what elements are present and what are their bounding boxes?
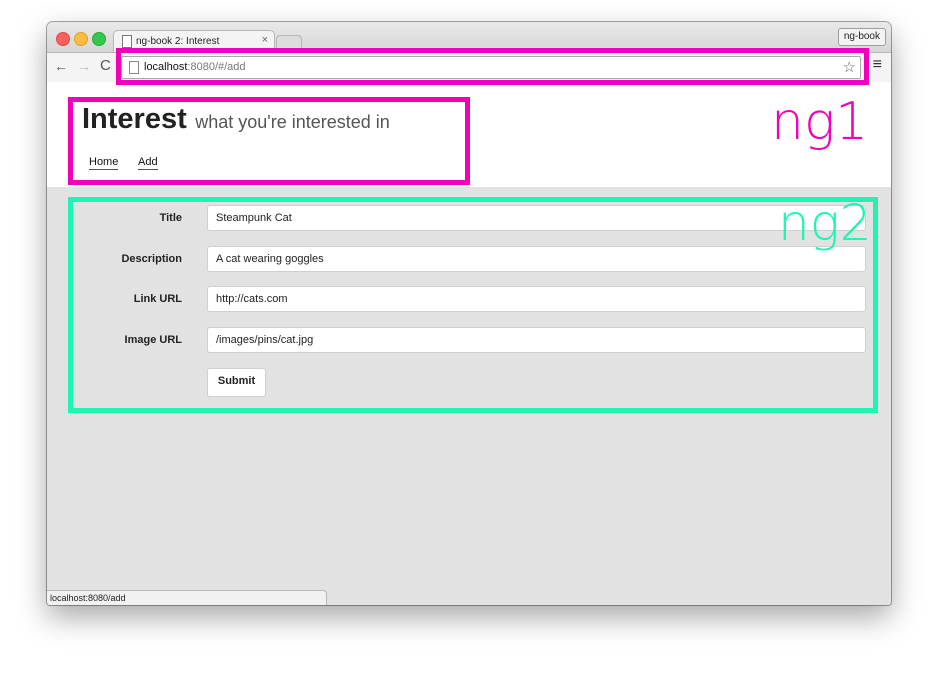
ng1-highlight-box [68,97,470,185]
profile-button[interactable]: ng-book [837,28,886,46]
ng2-annotation-label: ng2 [778,194,872,252]
tab-title: ng-book 2: Interest [136,36,220,47]
status-bar: localhost:8080/add [47,590,327,605]
url-highlight-box [116,48,869,85]
window-maximize-button[interactable] [92,32,106,46]
tab-close-icon[interactable]: × [262,34,268,46]
window-close-button[interactable] [56,32,70,46]
back-arrow-icon[interactable]: ← [54,58,68,74]
window-minimize-button[interactable] [74,32,88,46]
ng1-annotation-label: ng1 [771,92,869,152]
reload-icon[interactable]: C [100,58,111,74]
ng2-highlight-box [68,197,878,413]
page-icon [122,35,132,48]
browser-menu-icon[interactable]: ≡ [873,57,882,73]
forward-arrow-icon[interactable]: → [77,58,91,74]
